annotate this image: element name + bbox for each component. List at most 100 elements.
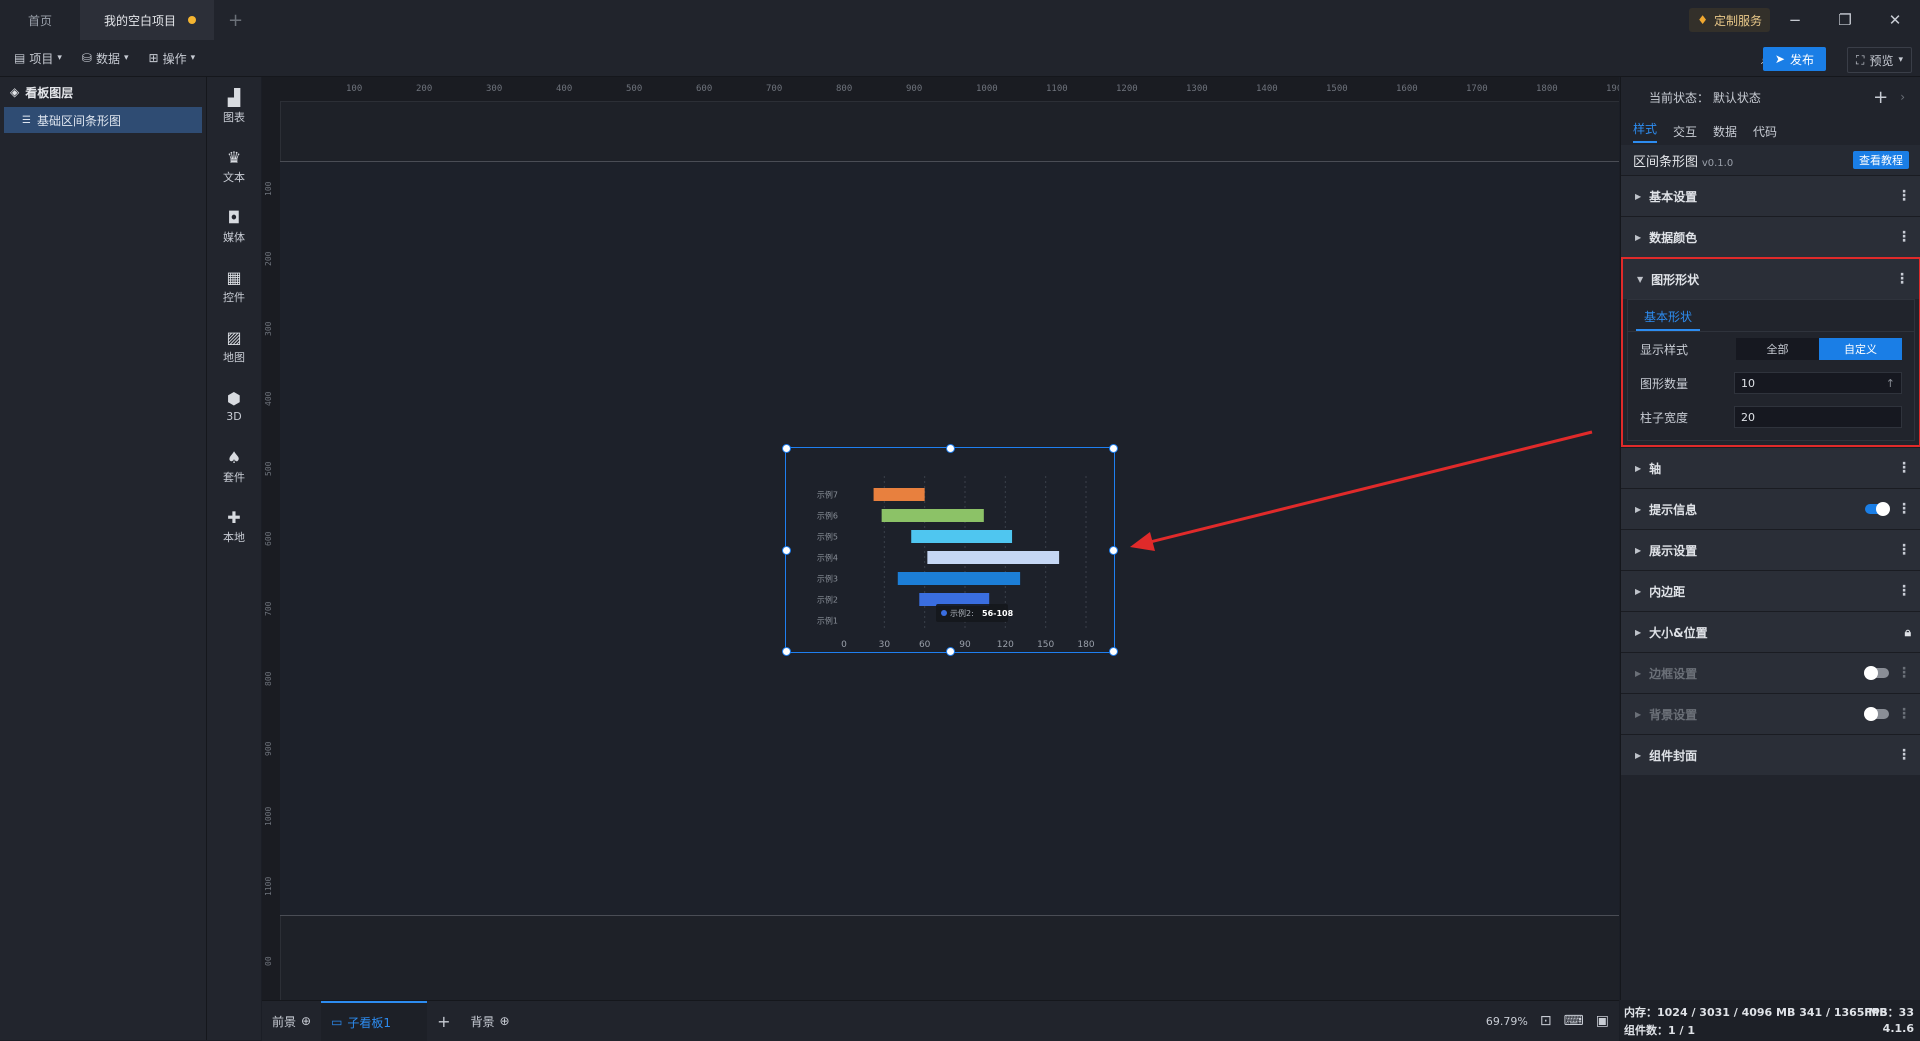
state-value[interactable]: 默认状态 [1713, 91, 1761, 105]
section-size-position[interactable]: ▶ 大小&位置 🔒︎ [1621, 611, 1920, 652]
menu-data[interactable]: ⛁ 数据 ▾ [72, 40, 139, 76]
more-icon[interactable]: ⋮ [1897, 706, 1911, 722]
comp-map[interactable]: ▨ 地图 [207, 317, 261, 377]
preview-button[interactable]: ⛶ 预览 ▾ [1847, 47, 1912, 73]
caret-right-icon: ▶ [1635, 709, 1642, 719]
component-version: v0.1.0 [1701, 157, 1734, 169]
tab-style[interactable]: 样式 [1633, 120, 1658, 143]
shape-section-body: 基本形状 显示样式 全部 自定义 图形数量 10 ↑ 柱子宽度 20 [1627, 299, 1915, 441]
chart-widget[interactable]: 0 30 60 90 120 150 180 示例7 示例6 示例5 示例4 示例3 示例2 示例1 示例2… [782, 444, 1118, 656]
close-icon[interactable]: ✕ [1870, 0, 1920, 40]
section-title: 数据颜色 [1649, 230, 1698, 245]
comp-chart[interactable]: ▟ 图表 [207, 77, 261, 137]
ruler-tick-label: 300 [264, 321, 273, 336]
tab-data[interactable]: 数据 [1713, 123, 1737, 140]
ruler-tick-label: 1100 [1046, 84, 1068, 94]
state-row: 当前状态： 默认状态 + › [1621, 77, 1920, 117]
chevron-right-icon[interactable]: › [1900, 90, 1905, 104]
tooltip-toggle[interactable] [1865, 502, 1890, 516]
section-title: 轴 [1649, 461, 1662, 476]
resize-handle[interactable] [946, 444, 955, 453]
more-icon[interactable]: ⋮ [1897, 747, 1911, 763]
layer-item[interactable]: ☰ 基础区间条形图 [4, 107, 202, 133]
section-padding[interactable]: ▶ 内边距 ⋮ [1621, 570, 1920, 611]
more-icon[interactable]: ⋮ [1897, 501, 1911, 517]
section-border-settings[interactable]: ▶ 边框设置 ⋮ [1621, 652, 1920, 693]
more-icon[interactable]: ⋮ [1897, 665, 1911, 681]
comp-media[interactable]: ◘ 媒体 [207, 197, 261, 257]
tab-sub-board[interactable]: ▭ 子看板1 [321, 1001, 428, 1041]
section-component-cover[interactable]: ▶ 组件封面 ⋮ [1621, 734, 1920, 775]
more-icon[interactable]: ⋮ [1897, 188, 1911, 204]
tutorial-button[interactable]: 查看教程 [1853, 151, 1909, 169]
menu-operation[interactable]: ⊞ 操作 ▾ [139, 40, 206, 76]
option-custom[interactable]: 自定义 [1819, 338, 1902, 360]
keyboard-icon[interactable]: ⌨ [1564, 1013, 1584, 1029]
section-basic-settings[interactable]: ▶ 基本设置 ⋮ [1621, 175, 1920, 216]
ruler-tick-label: 100 [264, 181, 273, 196]
add-circle-icon[interactable]: ⊕ [499, 1014, 509, 1028]
ruler-tick-label: 800 [836, 84, 853, 94]
more-icon[interactable]: ⋮ [1897, 583, 1911, 599]
lock-icon[interactable]: 🔒︎ [1905, 625, 1911, 640]
publish-label: 发布 [1789, 52, 1814, 67]
tab-interaction[interactable]: 交互 [1673, 123, 1697, 140]
more-icon[interactable]: ⋮ [1895, 271, 1909, 287]
bar-width-input[interactable]: 20 [1734, 406, 1902, 428]
resize-handle[interactable] [946, 647, 955, 656]
section-shape[interactable]: ▼ 图形形状 ⋮ [1623, 259, 1919, 299]
bar-chart-layer-icon: ☰ [22, 114, 31, 126]
comp-chart-label: 图表 [223, 110, 245, 124]
resize-handle[interactable] [782, 444, 791, 453]
resize-handle[interactable] [1109, 647, 1118, 656]
terminal-icon[interactable]: ▣ [1596, 1013, 1609, 1029]
more-icon[interactable]: ⋮ [1897, 229, 1911, 245]
publish-button[interactable]: ➤ 发布 [1762, 47, 1826, 71]
section-tooltip[interactable]: ▶ 提示信息 ⋮ [1621, 488, 1920, 529]
stepper-up-icon[interactable]: ↑ [1886, 377, 1901, 390]
comp-local[interactable]: ✚ 本地 [207, 497, 261, 557]
minimize-icon[interactable]: − [1770, 0, 1820, 40]
background-toggle[interactable] [1864, 707, 1889, 721]
display-style-row: 显示样式 全部 自定义 [1628, 332, 1914, 366]
ruler-tick-label: 800 [264, 671, 273, 686]
shape-count-input[interactable]: 10 ↑ [1734, 372, 1902, 394]
ruler-tick-label: 1000 [264, 806, 273, 826]
comp-3d[interactable]: ⬢ 3D [207, 377, 261, 437]
resize-handle[interactable] [1109, 444, 1118, 453]
ruler-tick-label: 1200 [1116, 84, 1138, 94]
tab-project-label: 我的空白项目 [104, 13, 177, 28]
tab-foreground[interactable]: 前景 ⊕ [262, 1001, 321, 1041]
add-board-button[interactable]: + [427, 1001, 460, 1041]
add-circle-icon[interactable]: ⊕ [301, 1014, 311, 1028]
section-display-settings[interactable]: ▶ 展示设置 ⋮ [1621, 529, 1920, 570]
section-axis[interactable]: ▶ 轴 ⋮ [1621, 447, 1920, 488]
new-tab-button[interactable]: + [214, 10, 257, 31]
shape-section-highlight: ▼ 图形形状 ⋮ 基本形状 显示样式 全部 自定义 图形数量 10 ↑ 柱子宽度… [1621, 257, 1920, 447]
resize-handle[interactable] [782, 647, 791, 656]
diamond-icon: ♦ [1697, 13, 1708, 27]
tab-background[interactable]: 背景 ⊕ [460, 1001, 519, 1041]
tab-project[interactable]: 我的空白项目 [80, 0, 215, 40]
comp-control[interactable]: ▦ 控件 [207, 257, 261, 317]
resize-handle[interactable] [782, 546, 791, 555]
restore-icon[interactable]: ❐ [1820, 0, 1870, 40]
section-background-settings[interactable]: ▶ 背景设置 ⋮ [1621, 693, 1920, 734]
more-icon[interactable]: ⋮ [1897, 542, 1911, 558]
resize-handle[interactable] [1109, 546, 1118, 555]
menu-project[interactable]: ▤ 项目 ▾ [0, 40, 72, 76]
section-data-color[interactable]: ▶ 数据颜色 ⋮ [1621, 216, 1920, 257]
border-toggle[interactable] [1864, 666, 1889, 680]
tab-basic-shape[interactable]: 基本形状 [1636, 304, 1701, 331]
fit-screen-icon[interactable]: ⊡ [1540, 1013, 1552, 1029]
range-bar [927, 551, 1060, 564]
tab-home[interactable]: 首页 [0, 0, 80, 40]
custom-service-button[interactable]: ♦ 定制服务 [1689, 8, 1770, 32]
more-icon[interactable]: ⋮ [1897, 460, 1911, 476]
option-all[interactable]: 全部 [1736, 338, 1819, 360]
tab-code[interactable]: 代码 [1753, 123, 1777, 140]
comp-text[interactable]: ♛ 文本 [207, 137, 261, 197]
ruler-tick-label: 1800 [1536, 84, 1558, 94]
comp-kit[interactable]: ♠ 套件 [207, 437, 261, 497]
add-state-icon[interactable]: + [1873, 87, 1888, 108]
